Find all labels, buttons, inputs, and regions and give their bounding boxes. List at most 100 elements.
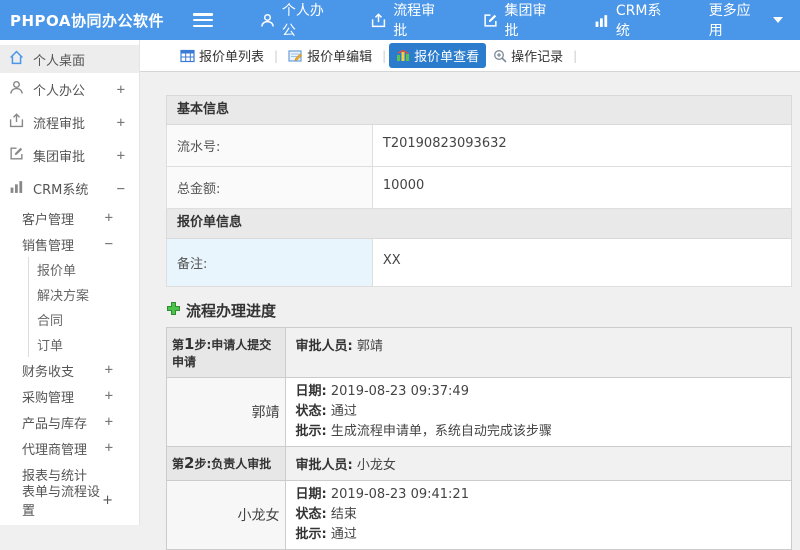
sidebar-item-agent-mgmt[interactable]: 代理商管理 + — [0, 435, 139, 461]
step-approver: 审批人员: 小龙女 — [285, 447, 791, 480]
nav-process-approval[interactable]: 流程审批 — [354, 0, 465, 40]
sidebar-item-form-process-settings[interactable]: 表单与流程设置 + — [0, 485, 139, 519]
flow-icon — [371, 12, 386, 28]
expand-toggle[interactable]: + — [105, 414, 113, 430]
chart-icon — [9, 179, 24, 198]
flow-icon — [9, 113, 24, 132]
detail-date: 2019-08-23 09:41:21 — [330, 487, 469, 502]
step-approver: 审批人员: 郭靖 — [285, 328, 791, 377]
expand-toggle[interactable]: + — [105, 440, 113, 456]
process-progress-title-text: 流程办理进度 — [186, 302, 277, 320]
field-label: 流水号: — [167, 125, 373, 166]
sidebar-item-purchasing[interactable]: 采购管理 + — [0, 383, 139, 409]
nav-label: 集团审批 — [504, 3, 547, 39]
sidebar-item-contract[interactable]: 合同 — [28, 307, 139, 332]
sidebar-item-sales-mgmt[interactable]: 销售管理 − — [0, 231, 139, 257]
handler-name: 郭靖 — [167, 378, 286, 446]
approver-label: 审批人员: — [295, 458, 353, 473]
sidebar-item-process-approval[interactable]: 流程审批 + — [0, 106, 139, 139]
sidebar-item-solution[interactable]: 解决方案 — [28, 282, 139, 307]
expand-toggle[interactable]: + — [105, 388, 113, 404]
sidebar-item-label: 个人办公 — [33, 84, 86, 99]
step-number: 1 — [184, 335, 195, 353]
step-detail-row: 小龙女 日期: 2019-08-23 09:41:21 状态: 结束 批示: 通… — [167, 481, 791, 549]
step-title: 第2步:负责人审批 — [167, 447, 286, 480]
detail-comment-line: 批示: 生成流程申请单，系统自动完成该步骤 — [295, 424, 552, 439]
nav-label: 个人办公 — [281, 3, 324, 39]
step-detail-row: 郭靖 日期: 2019-08-23 09:37:49 状态: 通过 批示: 生成… — [167, 378, 791, 447]
sidebar-item-label: 客户管理 — [22, 212, 75, 228]
tab-separator: | — [573, 48, 578, 63]
user-icon — [260, 13, 275, 28]
home-icon — [9, 50, 24, 69]
form-row-serial-number: 流水号: T20190823093632 — [166, 125, 792, 167]
tab-quotation-edit[interactable]: 报价单编辑 — [281, 43, 379, 68]
tab-quotation-view[interactable]: 报价单查看 — [389, 43, 487, 68]
approver-name: 小龙女 — [356, 458, 396, 473]
tab-quotation-list[interactable]: 报价单列表 — [173, 43, 271, 68]
sidebar-item-group-approval[interactable]: 集团审批 + — [0, 139, 139, 172]
sidebar-item-label: 集团审批 — [33, 150, 86, 165]
tab-separator: | — [274, 48, 279, 63]
form-row-remark: 备注: XX — [166, 239, 792, 287]
field-label: 总金额: — [167, 167, 373, 208]
sidebar-item-product-inventory[interactable]: 产品与库存 + — [0, 409, 139, 435]
sidebar-item-label: 订单 — [37, 339, 64, 354]
sidebar-item-label: CRM系统 — [33, 183, 89, 198]
field-value: XX — [382, 253, 401, 268]
detail-date: 2019-08-23 09:37:49 — [330, 384, 469, 399]
form-row-total-amount: 总金额: 10000 — [166, 167, 792, 209]
app-logo: PHPOA协同办公软件 — [10, 11, 164, 30]
step-number: 2 — [184, 454, 195, 472]
expand-toggle[interactable]: + — [117, 115, 125, 131]
sidebar-item-label: 报价单 — [37, 264, 77, 279]
expand-toggle[interactable]: + — [117, 82, 125, 98]
hamburger-menu-icon[interactable] — [193, 13, 213, 27]
sidebar-item-order[interactable]: 订单 — [28, 332, 139, 357]
tab-label: 报价单查看 — [414, 50, 480, 65]
sidebar-item-personal-desktop[interactable]: 个人桌面 — [0, 45, 139, 73]
sidebar-item-finance[interactable]: 财务收支 + — [0, 357, 139, 383]
nav-crm-system[interactable]: CRM系统 — [577, 0, 692, 40]
detail-comment: 生成流程申请单，系统自动完成该步骤 — [330, 424, 552, 439]
tab-separator: | — [382, 48, 387, 63]
sidebar-item-crm-system[interactable]: CRM系统 − — [0, 172, 139, 205]
magnifier-icon — [493, 49, 507, 63]
expand-toggle[interactable]: + — [105, 362, 113, 378]
step-detail: 日期: 2019-08-23 09:41:21 状态: 结束 批示: 通过 — [286, 481, 791, 549]
step-detail: 日期: 2019-08-23 09:37:49 状态: 通过 批示: 生成流程申… — [286, 378, 791, 446]
sidebar-item-label: 产品与库存 — [22, 416, 88, 432]
edit-icon — [483, 13, 498, 28]
sidebar-item-customer-mgmt[interactable]: 客户管理 + — [0, 205, 139, 231]
quotation-view-content: 基本信息 流水号: T20190823093632 总金额: 10000 报价单… — [140, 72, 800, 550]
process-progress-title: 流程办理进度 — [166, 300, 792, 321]
top-nav: 个人办公 流程审批 集团审批 CRM系统 更多应用 — [243, 0, 800, 40]
table-list-icon — [180, 49, 195, 63]
chart-icon — [594, 13, 609, 28]
collapse-toggle[interactable]: − — [105, 236, 113, 252]
detail-date-line: 日期: 2019-08-23 09:41:21 — [295, 487, 469, 502]
sidebar: 个人桌面 个人办公 + 流程审批 + 集团审批 + CRM系统 − 客户管理 +… — [0, 40, 140, 525]
sidebar-item-personal-office[interactable]: 个人办公 + — [0, 73, 139, 106]
detail-comment-line: 批示: 通过 — [295, 527, 357, 542]
approver-label: 审批人员: — [295, 339, 353, 354]
sidebar-item-label: 销售管理 — [22, 238, 75, 254]
tab-label: 操作记录 — [511, 50, 564, 65]
tab-operation-log[interactable]: 操作记录 — [486, 43, 570, 68]
nav-more-apps[interactable]: 更多应用 — [692, 0, 800, 40]
expand-toggle[interactable]: + — [102, 493, 113, 508]
approver-name: 郭靖 — [356, 339, 383, 354]
expand-toggle[interactable]: + — [105, 210, 113, 226]
collapse-toggle[interactable]: − — [117, 181, 125, 197]
field-value: 10000 — [382, 178, 425, 193]
sidebar-item-label: 采购管理 — [22, 390, 75, 406]
tab-label: 报价单列表 — [199, 50, 265, 65]
sidebar-item-label: 财务收支 — [22, 364, 75, 380]
nav-label: 流程审批 — [393, 3, 436, 39]
expand-toggle[interactable]: + — [117, 148, 125, 164]
sidebar-item-quotation[interactable]: 报价单 — [28, 257, 139, 282]
nav-group-approval[interactable]: 集团审批 — [466, 0, 577, 40]
handler-name: 小龙女 — [167, 481, 286, 549]
sidebar-item-label: 流程审批 — [33, 117, 86, 132]
nav-personal-office[interactable]: 个人办公 — [243, 0, 354, 40]
